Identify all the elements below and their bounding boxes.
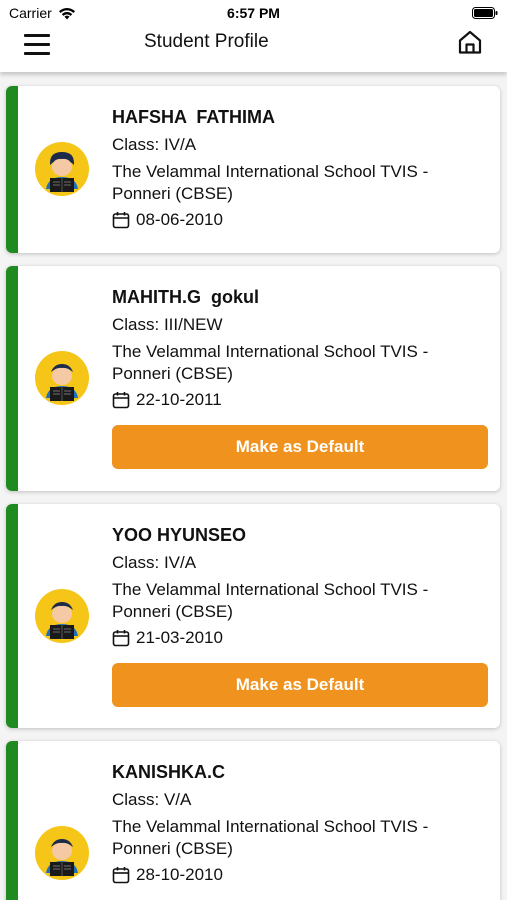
calendar-icon [112, 630, 130, 647]
make-default-button[interactable]: Make as Default [112, 425, 488, 469]
student-details: MAHITH.G gokul Class: III/NEW The Velamm… [112, 286, 488, 469]
home-icon[interactable] [456, 28, 484, 56]
student-class: Class: IV/A [112, 553, 197, 572]
student-avatar-icon [35, 589, 89, 643]
card-accent-bar [6, 86, 18, 253]
student-school: The Velammal International School TVIS -… [112, 580, 429, 621]
battery-icon [472, 7, 498, 19]
student-card[interactable]: MAHITH.G gokul Class: III/NEW The Velamm… [6, 266, 500, 491]
date-of-birth: 08-06-2010 [112, 209, 488, 231]
status-bar: Carrier 6:57 PM [0, 0, 507, 26]
student-name: MAHITH.G gokul [112, 287, 259, 307]
date-of-birth: 22-10-2011 [112, 389, 488, 411]
student-class: Class: III/NEW [112, 315, 223, 334]
student-school: The Velammal International School TVIS -… [112, 162, 429, 203]
dob-value: 21-03-2010 [136, 628, 223, 647]
date-of-birth: 21-03-2010 [112, 627, 488, 649]
navigation-bar: Student Profile [0, 26, 507, 72]
student-list: HAFSHA FATHIMA Class: IV/A The Velammal … [0, 72, 507, 900]
student-avatar-icon [35, 826, 89, 880]
dob-value: 08-06-2010 [136, 210, 223, 229]
card-accent-bar [6, 741, 18, 900]
student-school: The Velammal International School TVIS -… [112, 817, 429, 858]
status-time: 6:57 PM [227, 5, 280, 21]
card-accent-bar [6, 504, 18, 728]
student-card[interactable]: HAFSHA FATHIMA Class: IV/A The Velammal … [6, 86, 500, 253]
date-of-birth: 28-10-2010 [112, 864, 488, 886]
student-card[interactable]: YOO HYUNSEO Class: IV/A The Velammal Int… [6, 504, 500, 728]
card-accent-bar [6, 266, 18, 491]
student-details: YOO HYUNSEO Class: IV/A The Velammal Int… [112, 524, 488, 707]
student-details: HAFSHA FATHIMA Class: IV/A The Velammal … [112, 106, 488, 231]
calendar-icon [112, 212, 130, 229]
dob-value: 22-10-2011 [136, 390, 222, 409]
page-title: Student Profile [144, 31, 269, 52]
student-avatar-icon [35, 351, 89, 405]
student-details: KANISHKA.C Class: V/A The Velammal Inter… [112, 761, 488, 886]
student-avatar-icon [35, 142, 89, 196]
make-default-button[interactable]: Make as Default [112, 663, 488, 707]
hamburger-menu-icon[interactable] [24, 30, 56, 58]
student-name: YOO HYUNSEO [112, 525, 247, 545]
dob-value: 28-10-2010 [136, 865, 223, 884]
calendar-icon [112, 867, 130, 884]
student-class: Class: IV/A [112, 135, 197, 154]
student-school: The Velammal International School TVIS -… [112, 342, 429, 383]
student-card[interactable]: KANISHKA.C Class: V/A The Velammal Inter… [6, 741, 500, 900]
student-name: HAFSHA FATHIMA [112, 107, 275, 127]
student-name: KANISHKA.C [112, 762, 226, 782]
student-class: Class: V/A [112, 790, 192, 809]
calendar-icon [112, 392, 130, 409]
